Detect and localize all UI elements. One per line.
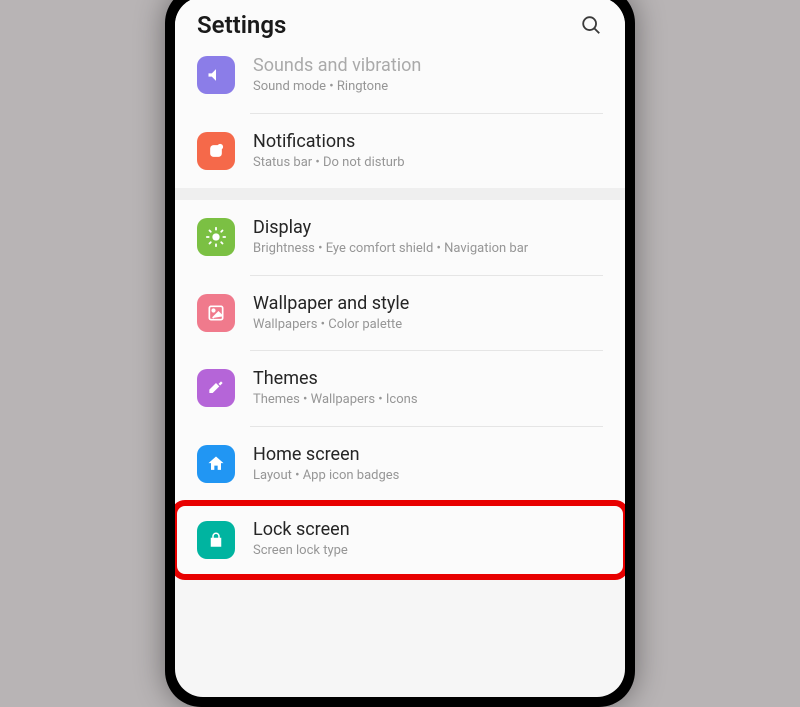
themes-icon (197, 369, 235, 407)
item-text: Display Brightness • Eye comfort shield … (253, 217, 603, 258)
item-subtitle: Layout • App icon badges (253, 467, 603, 485)
phone-screen: Settings Sounds and vibration Sound mo (175, 0, 625, 697)
item-title: Lock screen (253, 519, 603, 540)
page-title: Settings (197, 11, 286, 39)
phone-frame: Settings Sounds and vibration Sound mo (165, 0, 635, 707)
item-subtitle: Themes • Wallpapers • Icons (253, 391, 603, 409)
item-text: Home screen Layout • App icon badges (253, 444, 603, 485)
item-subtitle: Brightness • Eye comfort shield • Naviga… (253, 240, 603, 258)
item-title: Themes (253, 368, 603, 389)
settings-item-sounds[interactable]: Sounds and vibration Sound mode • Ringto… (175, 49, 625, 113)
settings-list: Sounds and vibration Sound mode • Ringto… (175, 49, 625, 577)
display-icon (197, 218, 235, 256)
settings-item-themes[interactable]: Themes Themes • Wallpapers • Icons (175, 351, 625, 426)
header-bar: Settings (175, 0, 625, 49)
item-text: Sounds and vibration Sound mode • Ringto… (253, 55, 603, 96)
settings-item-lock-screen[interactable]: Lock screen Screen lock type (175, 502, 625, 577)
item-text: Wallpaper and style Wallpapers • Color p… (253, 293, 603, 334)
settings-item-display[interactable]: Display Brightness • Eye comfort shield … (175, 200, 625, 275)
item-text: Lock screen Screen lock type (253, 519, 603, 560)
item-text: Themes Themes • Wallpapers • Icons (253, 368, 603, 409)
item-subtitle: Status bar • Do not disturb (253, 154, 603, 172)
settings-item-wallpaper[interactable]: Wallpaper and style Wallpapers • Color p… (175, 276, 625, 351)
item-title: Sounds and vibration (253, 55, 603, 76)
search-button[interactable] (579, 13, 603, 37)
item-text: Notifications Status bar • Do not distur… (253, 131, 603, 172)
item-subtitle: Wallpapers • Color palette (253, 316, 603, 334)
section-gap (175, 188, 625, 200)
item-title: Wallpaper and style (253, 293, 603, 314)
item-title: Home screen (253, 444, 603, 465)
wallpaper-icon (197, 294, 235, 332)
sounds-icon (197, 56, 235, 94)
search-icon (580, 14, 602, 36)
settings-item-notifications[interactable]: Notifications Status bar • Do not distur… (175, 114, 625, 189)
settings-item-home[interactable]: Home screen Layout • App icon badges (175, 427, 625, 502)
notifications-icon (197, 132, 235, 170)
home-icon (197, 445, 235, 483)
item-title: Notifications (253, 131, 603, 152)
item-title: Display (253, 217, 603, 238)
lock-icon (197, 521, 235, 559)
item-subtitle: Sound mode • Ringtone (253, 78, 603, 96)
item-subtitle: Screen lock type (253, 542, 603, 560)
